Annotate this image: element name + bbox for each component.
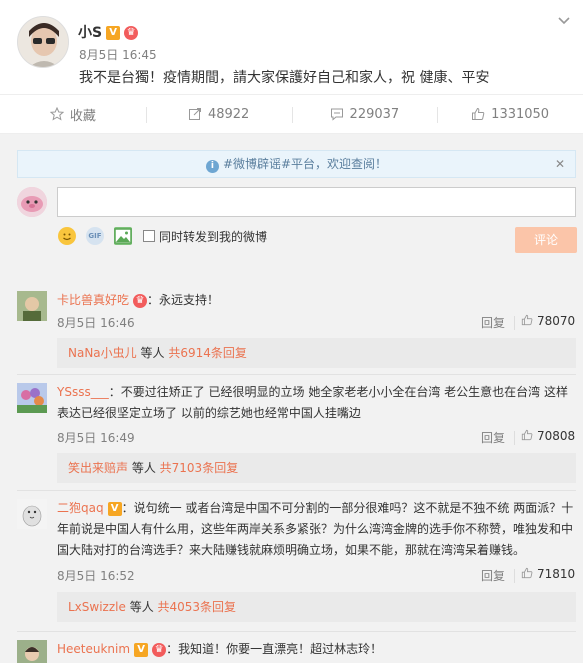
sub-reply-user[interactable]: NaNa小虫儿 (68, 346, 137, 360)
member-crown-icon: ♛ (133, 293, 148, 308)
post-text: 我不是台獨！疫情期間，請大家保護好自己和家人，祝 健康、平安 (79, 70, 490, 86)
comment-time[interactable]: 8月5日 16:52 (57, 567, 135, 584)
member-crown-icon: ♛ (152, 642, 167, 657)
sub-reply-count[interactable]: 共6914条回复 (168, 346, 247, 360)
comment-body: 二狍qaq V ：说句统一 或者台湾是中国不可分割的一部分很难吗？这不就是不独不统 … (57, 498, 575, 561)
sub-reply-count[interactable]: 共7103条回复 (160, 461, 239, 475)
commenter-name[interactable]: 卡比兽真好吃 (57, 293, 129, 307)
comment-time[interactable]: 8月5日 16:46 (57, 314, 135, 331)
repost-checkbox[interactable] (143, 230, 155, 242)
comment-button[interactable]: 229037 (291, 95, 438, 133)
comment-text: ：我知道！你要一直漂亮！超过林志玲！ (166, 642, 383, 656)
comment-time[interactable]: 8月5日 16:49 (57, 429, 135, 446)
gif-icon[interactable]: GIF (86, 227, 104, 245)
post-author-name[interactable]: 小S V ♛ (78, 22, 139, 42)
comment-count: 229037 (349, 106, 400, 122)
favorite-button[interactable]: 收藏 (0, 95, 146, 133)
commenter-name[interactable]: Heeteuknim (57, 642, 130, 656)
chevron-down-icon[interactable] (556, 14, 572, 30)
thumbs-up-icon (521, 429, 533, 441)
sub-replies-link[interactable]: NaNa小虫儿 等人 共6914条回复 (57, 338, 576, 368)
comment-text: ：不要过往矫正了 已经很明显的立场 她全家老老小小全在台湾 老公生意也在台湾 这… (57, 385, 568, 420)
post: 小S V ♛ 8月5日 16:45 我不是台獨！疫情期間，請大家保護好自己和家人，祝… (0, 0, 583, 94)
current-user-avatar[interactable] (17, 187, 47, 217)
like-button[interactable]: 1331050 (437, 95, 583, 133)
action-divider (514, 569, 515, 583)
comment-body: Heeteuknim V ♛ ：我知道！你要一直漂亮！超过林志玲！ (57, 639, 575, 660)
close-icon[interactable]: ✕ (555, 151, 565, 177)
repost-count: 48922 (207, 106, 250, 122)
comment-divider (17, 631, 576, 632)
comment-input[interactable] (57, 187, 576, 217)
image-icon[interactable] (114, 227, 132, 245)
repost-checkbox-label[interactable]: 同时转发到我的微博 (159, 228, 267, 245)
repost-icon (188, 108, 201, 120)
sub-reply-mid: 等人 (128, 461, 160, 475)
action-divider (514, 431, 515, 445)
comment-text: ：说句统一 或者台湾是中国不可分割的一部分很难吗？这不就是不独不统 两面派？十年… (57, 501, 574, 557)
star-icon (49, 107, 64, 121)
commenter-name[interactable]: YSsss___ (57, 385, 109, 399)
action-divider (514, 316, 515, 330)
comment-divider (17, 374, 576, 375)
reply-button[interactable]: 回复 (481, 429, 505, 446)
comment-like-button[interactable]: 78070 (521, 314, 575, 328)
post-author-name-text[interactable]: 小S (78, 25, 102, 41)
sub-replies-link[interactable]: LxSwizzle 等人 共4053条回复 (57, 592, 576, 622)
thumbs-up-icon (521, 314, 533, 326)
sub-reply-mid: 等人 (125, 600, 158, 614)
comment-divider (17, 490, 576, 491)
comment-like-count: 71810 (537, 567, 576, 581)
thumbs-up-icon (521, 567, 533, 579)
comment-like-button[interactable]: 70808 (521, 429, 575, 443)
like-count: 1331050 (491, 106, 550, 122)
commenter-avatar[interactable] (17, 383, 47, 413)
repost-button[interactable]: 48922 (145, 95, 292, 133)
info-icon: i (205, 160, 219, 173)
commenter-avatar[interactable] (17, 499, 47, 529)
sub-reply-user[interactable]: LxSwizzle (68, 600, 126, 614)
comment-body: 卡比兽真好吃 ♛ ：永远支持！ (57, 290, 575, 311)
commenter-avatar[interactable] (17, 640, 47, 663)
verified-badge-icon: V (107, 501, 122, 516)
thumbs-up-icon (472, 107, 485, 120)
reply-button[interactable]: 回复 (481, 567, 505, 584)
sub-replies-link[interactable]: 笑出来赔声 等人 共7103条回复 (57, 453, 576, 483)
emoji-icon[interactable] (58, 227, 76, 245)
sub-reply-user[interactable]: 笑出来赔声 (68, 461, 128, 475)
comment-section: i #微博辟谣#平台，欢迎查阅！ ✕ GIF 同时转发到我的微博 评论 卡比兽真好… (0, 134, 583, 663)
sub-reply-mid: 等人 (136, 346, 169, 360)
commenter-name[interactable]: 二狍qaq (57, 501, 104, 515)
post-time[interactable]: 8月5日 16:45 (79, 46, 157, 63)
favorite-label: 收藏 (69, 108, 96, 124)
comment-text: ：永远支持！ (147, 293, 220, 307)
submit-comment-button[interactable]: 评论 (515, 227, 577, 253)
sub-reply-count[interactable]: 共4053条回复 (158, 600, 237, 614)
rumor-notice-banner[interactable]: i #微博辟谣#平台，欢迎查阅！ ✕ (17, 150, 576, 178)
comment-like-button[interactable]: 71810 (521, 567, 575, 581)
comment-like-count: 70808 (537, 429, 576, 443)
member-crown-icon: ♛ (124, 26, 139, 40)
reply-button[interactable]: 回复 (481, 314, 505, 331)
comment-icon (330, 108, 343, 121)
comment-body: YSsss___：不要过往矫正了 已经很明显的立场 她全家老老小小全在台湾 老公… (57, 382, 575, 424)
post-author-avatar[interactable] (17, 16, 69, 68)
verified-badge-icon: V (106, 26, 121, 40)
commenter-avatar[interactable] (17, 291, 47, 321)
verified-badge-icon: V (134, 642, 149, 657)
post-action-bar: 收藏 48922 229037 1331050 (0, 94, 583, 134)
comment-like-count: 78070 (537, 314, 576, 328)
notice-text[interactable]: #微博辟谣#平台，欢迎查阅！ (223, 157, 387, 171)
